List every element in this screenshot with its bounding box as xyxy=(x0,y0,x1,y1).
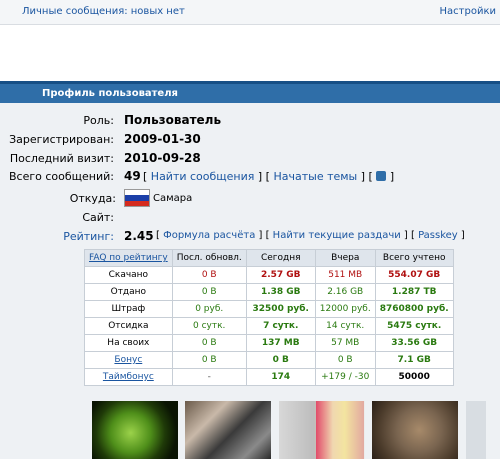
table-row: Штраф 0 руб. 32500 руб. 12000 руб. 87608… xyxy=(84,300,454,318)
private-messages-link[interactable]: Личные сообщения: новых нет xyxy=(22,6,185,17)
table-cell: +179 / -30 xyxy=(314,368,376,386)
registered-value: 2009-01-30 xyxy=(124,132,201,146)
header-yesterday: Вчера xyxy=(314,249,376,267)
posts-label: Всего сообщений: xyxy=(9,170,114,183)
from-row: Откуда: Самара xyxy=(0,187,500,207)
posts-row: Всего сообщений: 49 [ Найти сообщения ] … xyxy=(0,168,500,186)
header-total: Всего учтено xyxy=(374,249,454,267)
table-cell: 511 MB xyxy=(314,266,376,284)
thumbnail-strip xyxy=(0,401,500,459)
table-cell: 7 сутк. xyxy=(245,317,316,335)
from-value: Самара xyxy=(153,193,193,204)
table-row: На своих 0 B 137 MB 57 MB 33.56 GB xyxy=(84,334,454,352)
table-row: Отсидка 0 сутк. 7 сутк. 14 сутк. 5475 су… xyxy=(84,317,454,335)
table-cell: 0 B xyxy=(171,266,247,284)
table-cell: 12000 руб. xyxy=(314,300,376,318)
table-cell: 0 B xyxy=(171,334,247,352)
profile-panel: Профиль пользователя Роль: Пользователь … xyxy=(0,81,500,459)
row-label: Отдано xyxy=(84,283,173,301)
thumbnail-partial[interactable] xyxy=(466,401,486,459)
hedgehog-thumbnail[interactable] xyxy=(372,401,458,459)
table-cell: 0 B xyxy=(245,351,316,369)
header-today: Сегодня xyxy=(245,249,316,267)
registered-row: Зарегистрирован: 2009-01-30 xyxy=(0,131,500,149)
role-value: Пользователь xyxy=(124,113,222,127)
header-last-update: Посл. обновл. xyxy=(171,249,247,267)
bonus-delta: +179 / -30 xyxy=(321,372,370,382)
rating-links: [ Формула расчёта ] [ Найти текущие разд… xyxy=(156,230,465,241)
table-cell: 8760800 руб. xyxy=(374,300,454,318)
posts-value: 49 xyxy=(124,169,141,183)
table-cell: 0 B xyxy=(171,283,247,301)
site-label: Сайт: xyxy=(82,211,114,224)
from-label: Откуда: xyxy=(69,192,116,205)
table-cell: 1.287 TB xyxy=(374,283,454,301)
table-cell: 0 сутк. xyxy=(171,317,247,335)
table-cell: 554.07 GB xyxy=(374,266,454,284)
site-row: Сайт: xyxy=(0,209,500,227)
panel-header: Профиль пользователя xyxy=(0,81,500,103)
settings-link[interactable]: Настройки xyxy=(440,6,496,17)
started-topics-link[interactable]: Начатые темы xyxy=(273,170,357,183)
table-cell: 7.1 GB xyxy=(374,351,454,369)
table-cell: - xyxy=(171,368,247,386)
row-label: Отсидка xyxy=(84,317,173,335)
faq-rating-link[interactable]: FAQ по рейтингу xyxy=(84,249,173,267)
table-row: Бонус 0 B 0 B 0 B 7.1 GB xyxy=(84,351,454,369)
table-cell: 0 руб. xyxy=(171,300,247,318)
table-cell: 2.57 GB xyxy=(245,266,316,284)
role-row: Роль: Пользователь xyxy=(0,112,500,130)
row-label: Скачано xyxy=(84,266,173,284)
passkey-link[interactable]: Passkey xyxy=(418,230,458,241)
rating-value: 2.45 xyxy=(124,229,154,243)
find-distributions-link[interactable]: Найти текущие раздачи xyxy=(273,230,401,241)
last-visit-row: Последний визит: 2010-09-28 xyxy=(0,150,500,168)
table-row: Скачано 0 B 2.57 GB 511 MB 554.07 GB xyxy=(84,266,454,284)
posts-links: [ Найти сообщения ] [ Начатые темы ] [ ] xyxy=(143,170,395,183)
table-cell: 57 MB xyxy=(314,334,376,352)
table-cell: 33.56 GB xyxy=(374,334,454,352)
table-cell: 2.16 GB xyxy=(314,283,376,301)
table-cell: 0 B xyxy=(171,351,247,369)
stats-header-row: FAQ по рейтингу Посл. обновл. Сегодня Вч… xyxy=(84,249,454,267)
sun-thumbnail[interactable] xyxy=(92,401,178,459)
last-visit-value: 2010-09-28 xyxy=(124,151,201,165)
bonus-link[interactable]: Бонус xyxy=(84,351,173,369)
table-cell: 50000 xyxy=(374,368,454,386)
row-label: На своих xyxy=(84,334,173,352)
find-posts-link[interactable]: Найти сообщения xyxy=(151,170,255,183)
top-bar: Личные сообщения: новых нет Настройки xyxy=(0,0,500,25)
panel-title: Профиль пользователя xyxy=(42,88,178,99)
role-label: Роль: xyxy=(83,114,114,127)
table-row: Отдано 0 B 1.38 GB 2.16 GB 1.287 TB xyxy=(84,283,454,301)
formula-link[interactable]: Формула расчёта xyxy=(163,230,255,241)
table-cell: 174 xyxy=(245,368,316,386)
table-row: Таймбонус - 174 +179 / -30 50000 xyxy=(84,368,454,386)
table-cell: 137 MB xyxy=(245,334,316,352)
table-cell: 32500 руб. xyxy=(245,300,316,318)
registered-label: Зарегистрирован: xyxy=(9,133,114,146)
table-cell: 14 сутк. xyxy=(314,317,376,335)
table-cell: 1.38 GB xyxy=(245,283,316,301)
blonde-thumbnail[interactable] xyxy=(316,401,364,459)
timebonus-link[interactable]: Таймбонус xyxy=(84,368,173,386)
table-cell: 5475 сутк. xyxy=(374,317,454,335)
russia-flag-icon xyxy=(124,189,150,207)
table-cell: 0 B xyxy=(314,351,376,369)
rss-icon[interactable] xyxy=(376,171,387,181)
blank-area xyxy=(0,25,500,81)
row-label: Штраф xyxy=(84,300,173,318)
stats-table: FAQ по рейтингу Посл. обновл. Сегодня Вч… xyxy=(84,249,454,386)
last-visit-label: Последний визит: xyxy=(9,152,114,165)
rating-row: Рейтинг: 2.45 [ Формула расчёта ] [ Найт… xyxy=(0,228,500,246)
rating-label[interactable]: Рейтинг: xyxy=(63,230,114,243)
hands-thumbnail[interactable] xyxy=(185,401,271,459)
